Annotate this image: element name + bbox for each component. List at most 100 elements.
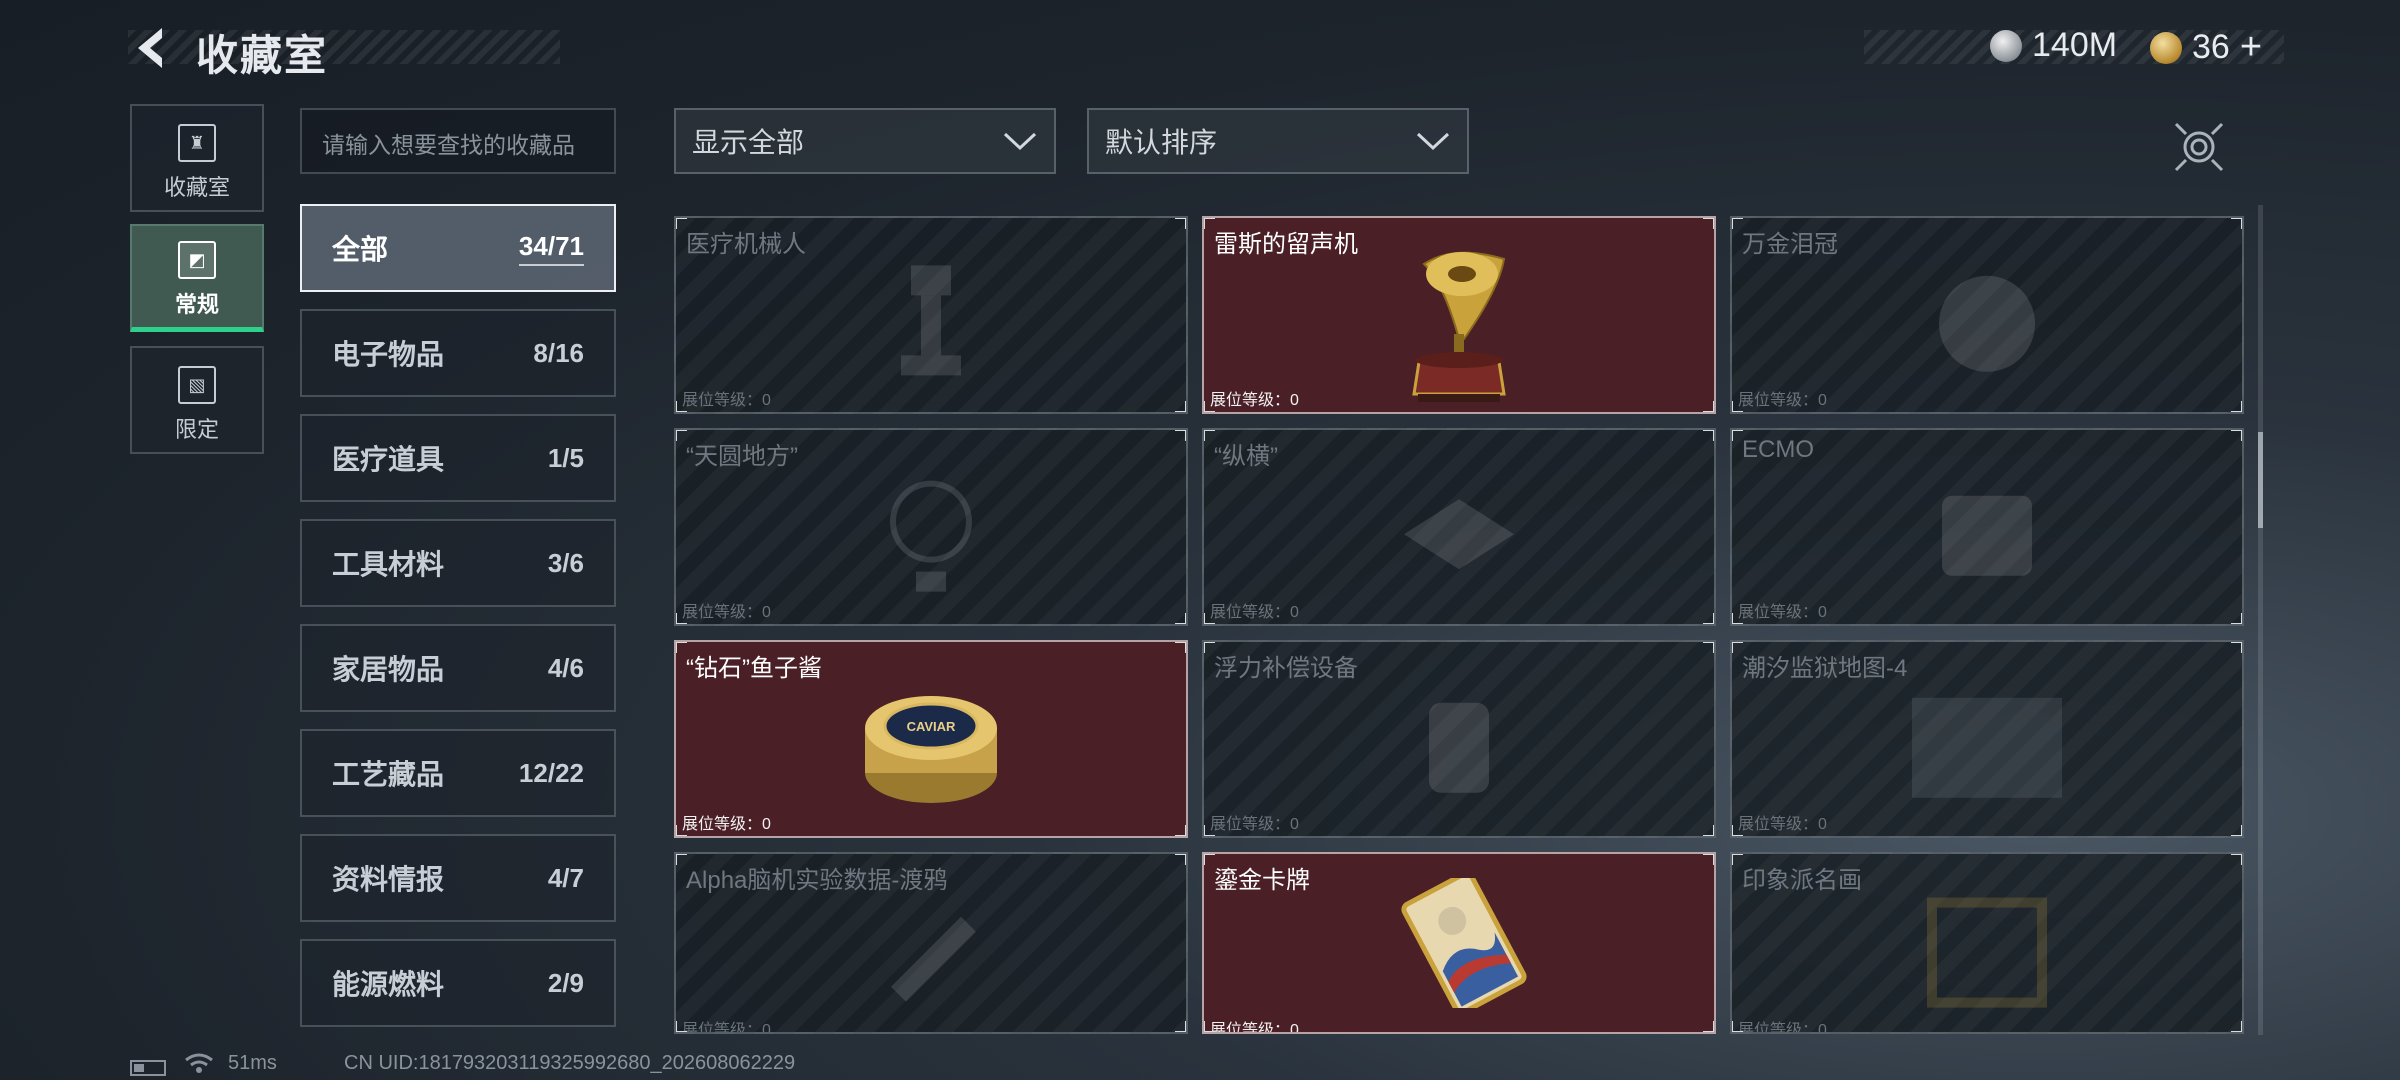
card-corner-bracket [2231,642,2242,653]
card-corner-bracket [1703,825,1714,836]
card-level: 展位等级：0 [682,1022,771,1034]
card-level: 展位等级：0 [1210,604,1299,621]
grid-scrollbar[interactable] [2258,205,2263,1035]
collection-card[interactable]: 印象派名画 展位等级：0 [1730,852,2244,1034]
card-corner-bracket [1175,218,1186,229]
card-corner-bracket [1175,825,1186,836]
card-level: 展位等级：0 [1210,1022,1299,1034]
gold-currency[interactable]: 36 + [2150,26,2262,69]
nav-label: 常规 [174,292,219,317]
category-name: 医疗道具 [332,444,445,475]
collection-card[interactable]: ECMO 展位等级：0 [1730,428,2244,626]
category-count: 4/7 [547,862,584,893]
nav-regular[interactable]: ◩ 常规 [130,224,264,332]
card-corner-bracket [676,825,687,836]
card-level: 展位等级：0 [1210,816,1299,833]
grid-scrollbar-thumb[interactable] [2258,432,2263,528]
card-corner-bracket [1703,854,1714,865]
card-corner-bracket [2231,854,2242,865]
collection-card[interactable]: CAVIAR “钻石”鱼子酱 展位等级：0 [674,640,1188,838]
chevron-down-icon [1416,132,1450,151]
card-corner-bracket [1175,1021,1186,1032]
add-gold-icon[interactable]: + [2240,26,2262,69]
armillary-sphere-icon [890,480,972,592]
card-corner-bracket [1703,613,1714,624]
medical-robot-icon [901,265,961,376]
category-energy[interactable]: 能源燃料 2/9 [300,939,616,1027]
card-corner-bracket [676,218,687,229]
category-electronics[interactable]: 电子物品 8/16 [300,309,616,397]
picture-icon: ◩ [178,241,216,279]
card-name: 印象派名画 [1742,867,1862,894]
gilded-card-icon [1401,878,1527,1008]
card-name: Alpha脑机实验数据-渡鸦 [686,867,948,894]
card-corner-bracket [1204,1021,1215,1032]
card-name: “钻石”鱼子酱 [686,655,822,682]
category-medical[interactable]: 医疗道具 1/5 [300,414,616,502]
card-corner-bracket [1732,401,1743,412]
category-tools[interactable]: 工具材料 3/6 [300,519,616,607]
card-corner-bracket [1204,430,1215,441]
card-corner-bracket [676,430,687,441]
card-corner-bracket [2231,613,2242,624]
buoyancy-device-icon [1429,702,1489,793]
page-title: 收藏室 [196,32,329,79]
collection-card[interactable]: 雷斯的留声机 展位等级：0 [1202,216,1716,414]
ping-text: 51ms [228,1052,277,1074]
card-corner-bracket [1732,218,1743,229]
collection-card[interactable]: “纵横” 展位等级：0 [1202,428,1716,626]
card-corner-bracket [1732,854,1743,865]
collection-card[interactable]: 万金泪冠 展位等级：0 [1730,216,2244,414]
card-corner-bracket [2231,401,2242,412]
card-corner-bracket [676,401,687,412]
silver-coin-icon [1990,29,2022,62]
card-name: “天圆地方” [686,443,798,470]
ecmo-device-icon [1942,495,2032,576]
category-intel[interactable]: 资料情报 4/7 [300,834,616,922]
card-corner-bracket [1175,642,1186,653]
nav-limited[interactable]: ▧ 限定 [130,346,264,454]
filter-dropdown[interactable]: 显示全部 [674,108,1056,174]
collection-card[interactable]: 潮汐监狱地图-4 展位等级：0 [1730,640,2244,838]
card-corner-bracket [2231,218,2242,229]
sort-dropdown[interactable]: 默认排序 [1087,108,1469,174]
category-crafts[interactable]: 工艺藏品 12/22 [300,729,616,817]
card-corner-bracket [2231,430,2242,441]
card-corner-bracket [1703,642,1714,653]
card-name: 浮力补偿设备 [1214,655,1358,682]
card-corner-bracket [1732,825,1743,836]
silver-currency: 140M [1990,26,2117,65]
category-name: 电子物品 [332,339,445,370]
nav-collection-room[interactable]: ♜ 收藏室 [130,104,264,212]
card-corner-bracket [1204,854,1215,865]
card-level: 展位等级：0 [682,392,771,409]
card-level: 展位等级：0 [1738,816,1827,833]
wifi-icon [184,1052,214,1080]
filter-dropdown-value: 显示全部 [692,127,805,158]
category-all[interactable]: 全部 34/71 [300,204,616,292]
uid-text: CN UID:1817932031193259926​80_2026080622… [344,1052,796,1074]
collection-card[interactable]: 医疗机械人 展位等级：0 [674,216,1188,414]
nav-label: 限定 [174,417,219,442]
collection-card[interactable]: 浮力补偿设备 展位等级：0 [1202,640,1716,838]
card-corner-bracket [1204,401,1215,412]
collection-card[interactable]: 鎏金卡牌 展位等级：0 [1202,852,1716,1034]
card-level: 展位等级：0 [682,604,771,621]
back-button[interactable] [128,24,176,72]
chevron-down-icon [1003,132,1037,151]
collection-card[interactable]: “天圆地方” 展位等级：0 [674,428,1188,626]
target-settings-icon[interactable] [2172,120,2226,174]
card-corner-bracket [1732,1021,1743,1032]
card-corner-bracket [1175,401,1186,412]
category-count: 34/71 [518,231,584,266]
chessboard-icon [1404,499,1514,570]
collection-card[interactable]: Alpha脑机实验数据-渡鸦 展位等级：0 [674,852,1188,1034]
card-name: “纵横” [1214,443,1278,470]
category-count: 2/9 [547,967,584,998]
card-corner-bracket [2231,825,2242,836]
search-input[interactable]: 请输入想要查找的收藏品 [300,108,616,174]
back-arrow-icon [138,28,162,68]
header-bar-decoration [128,30,560,64]
category-home[interactable]: 家居物品 4/6 [300,624,616,712]
card-corner-bracket [1732,642,1743,653]
